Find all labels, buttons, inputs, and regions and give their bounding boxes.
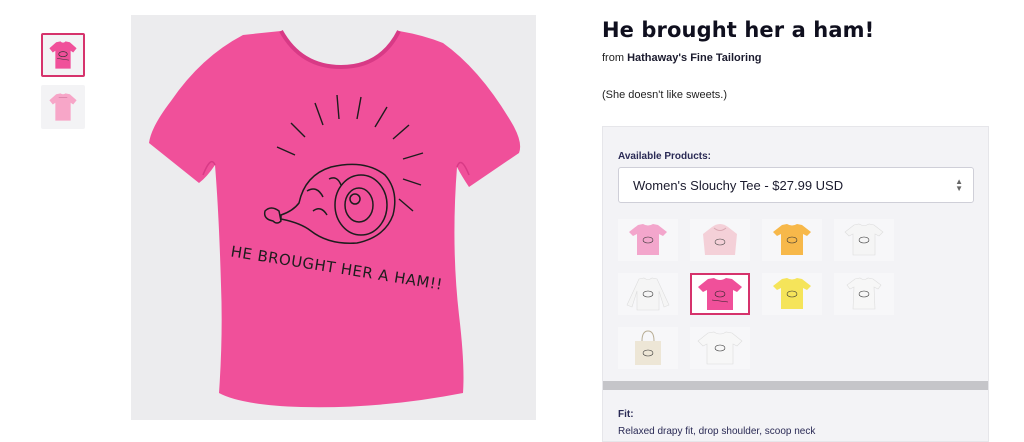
tee-icon (773, 224, 811, 255)
product-option-pink-tee[interactable] (618, 219, 678, 261)
slouchy-tee-icon (698, 278, 742, 310)
tee-icon (844, 223, 884, 256)
available-products-label: Available Products: (618, 151, 711, 162)
tee-icon (629, 224, 667, 255)
thumbnail-front[interactable] (41, 33, 85, 77)
longsleeve-icon (626, 277, 670, 311)
product-select[interactable]: Women's Slouchy Tee - $27.99 USD ▲ ▼ (618, 167, 974, 203)
product-title: He brought her a ham! (602, 18, 875, 42)
fit-description: Relaxed drapy fit, drop shoulder, scoop … (618, 426, 816, 437)
product-options-panel: Available Products: Women's Slouchy Tee … (602, 126, 989, 442)
slouchy-tee-image: HE BROUGHT HER A HAM!! (149, 30, 521, 408)
tote-bag-icon (635, 330, 661, 365)
tee-icon (846, 277, 882, 310)
tshirt-thumbnail-icon (49, 41, 77, 69)
product-option-white-slouchy-tee[interactable] (690, 327, 750, 369)
product-description: (She doesn't like sweets.) (602, 89, 727, 101)
main-product-image: HE BROUGHT HER A HAM!! (131, 15, 536, 420)
product-select-value: Women's Slouchy Tee - $27.99 USD (633, 177, 844, 193)
product-option-white-longsleeve[interactable] (618, 273, 678, 315)
select-caret-icon: ▲ ▼ (955, 177, 963, 193)
thumbnail-list (41, 33, 85, 137)
shop-link[interactable]: Hathaway's Fine Tailoring (627, 52, 761, 64)
tee-icon (773, 278, 811, 309)
product-option-light-pink-hoodie[interactable] (690, 219, 750, 261)
byline-prefix: from (602, 52, 624, 64)
product-option-white-tee[interactable] (834, 219, 894, 261)
slouchy-tee-icon (697, 331, 743, 365)
product-option-natural-tote-bag[interactable] (618, 327, 678, 369)
product-option-orange-tee[interactable] (762, 219, 822, 261)
product-option-hot-pink-slouchy-tee[interactable] (690, 273, 750, 315)
product-option-white-womens-tee[interactable] (834, 273, 894, 315)
product-option-yellow-tee[interactable] (762, 273, 822, 315)
panel-divider (603, 381, 988, 390)
thumbnail-back[interactable] (41, 85, 85, 129)
fit-label: Fit: (618, 409, 634, 420)
hoodie-icon (703, 224, 737, 255)
tshirt-back-thumbnail-icon (49, 93, 77, 121)
byline: from Hathaway's Fine Tailoring (602, 52, 762, 64)
